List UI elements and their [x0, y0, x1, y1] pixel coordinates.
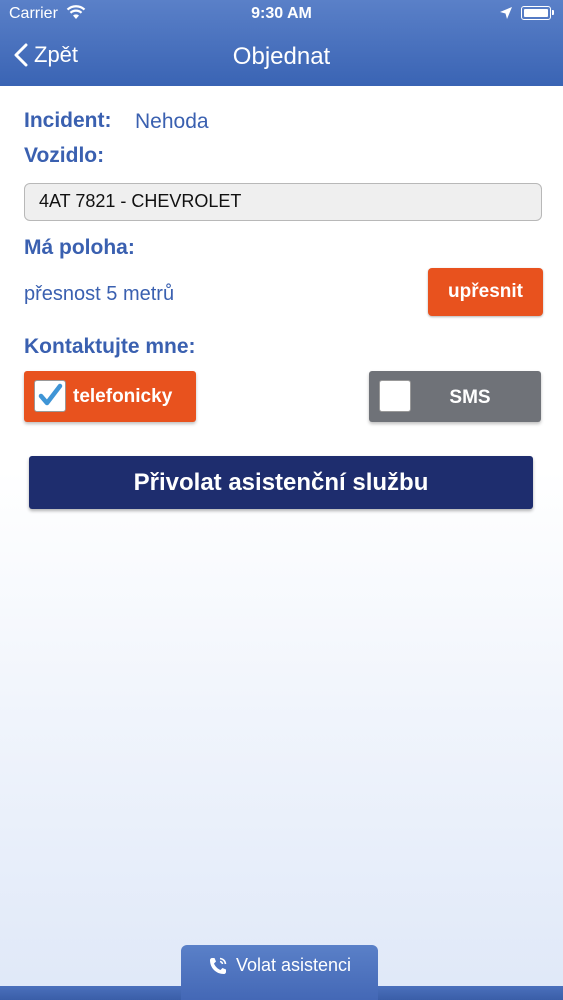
- contact-option-label: SMS: [449, 387, 491, 408]
- call-assistance-tab-label: Volat asistenci: [235, 955, 352, 975]
- vehicle-label: Vozidlo:: [24, 144, 105, 167]
- top-bar: Carrier 9:30 AM Zpět Objednat: [0, 0, 563, 86]
- incident-value: Nehoda: [135, 110, 209, 133]
- contact-option-phone[interactable]: telefonicky: [24, 371, 196, 422]
- phone-checkbox[interactable]: [34, 380, 66, 412]
- page-title: Objednat: [232, 43, 331, 70]
- call-assistance-tab[interactable]: Volat asistenci: [181, 945, 378, 1000]
- phone-icon: [209, 957, 227, 974]
- refine-location-button[interactable]: upřesnit: [428, 268, 543, 316]
- contact-option-sms[interactable]: SMS: [369, 371, 541, 422]
- vehicle-field[interactable]: 4AT 7821 - CHEVROLET: [24, 183, 542, 221]
- call-assistance-button[interactable]: Přivolat asistenční službu: [29, 456, 533, 509]
- location-label: Má poloha:: [24, 236, 135, 259]
- nav-bar: Zpět Objednat: [0, 32, 563, 84]
- incident-label: Incident:: [24, 109, 112, 132]
- location-accuracy: přesnost 5 metrů: [24, 283, 175, 305]
- contact-option-label: telefonicky: [73, 386, 173, 407]
- status-time: 9:30 AM: [251, 5, 312, 22]
- location-arrow-icon: [499, 6, 513, 25]
- checkmark-icon: [38, 383, 63, 406]
- contact-label: Kontaktujte mne:: [24, 335, 196, 358]
- battery-icon: [521, 6, 554, 20]
- status-bar: Carrier 9:30 AM: [0, 0, 563, 30]
